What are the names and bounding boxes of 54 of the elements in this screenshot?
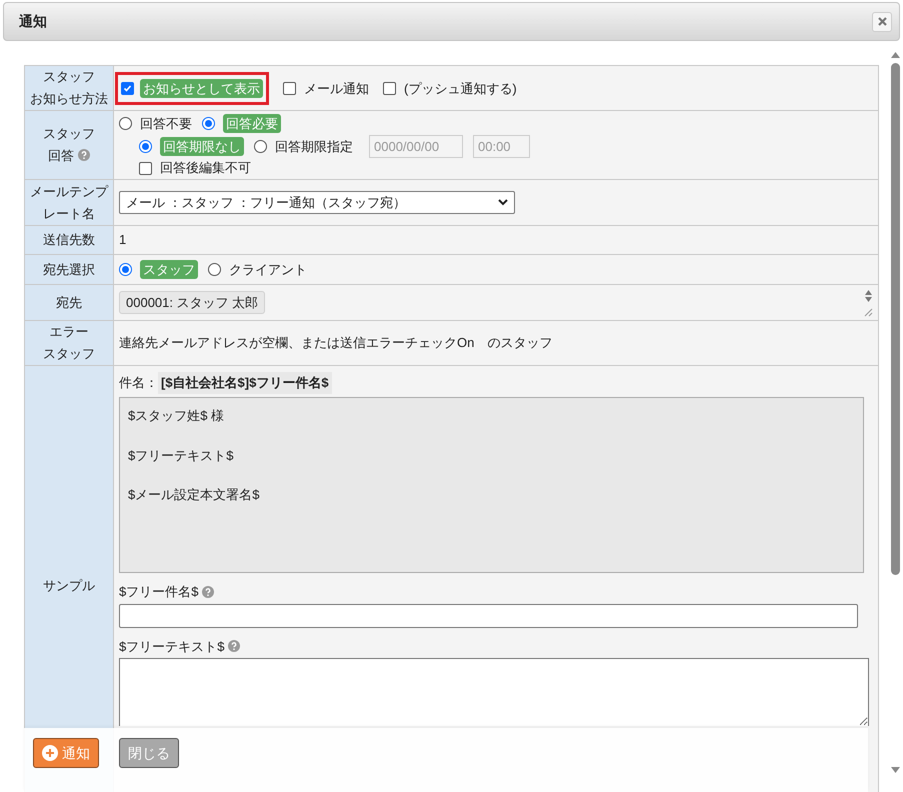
help-icon[interactable] bbox=[228, 640, 240, 652]
checkbox[interactable] bbox=[383, 82, 396, 94]
field-label: エラー スタッフ bbox=[43, 323, 95, 363]
option-label: (プッシュ通知する) bbox=[404, 80, 517, 98]
check-icon bbox=[123, 84, 132, 92]
error-staff-description: 連絡先メールアドレスが空欄、または送信エラーチェックOn のスタッフ bbox=[119, 334, 554, 352]
option-label: メール通知 bbox=[304, 80, 369, 98]
chevron-down-icon bbox=[498, 199, 508, 206]
field-label: サンプル bbox=[43, 577, 95, 595]
option-label: スタッフ bbox=[140, 260, 198, 279]
field-label: 送信先数 bbox=[43, 231, 95, 249]
field-label: メールテンプ レート名 bbox=[30, 182, 108, 222]
body-line: $スタッフ姓$ 様 bbox=[128, 407, 226, 425]
field-label: スタッフ お知らせ方法 bbox=[30, 68, 108, 108]
option-label: クライアント bbox=[229, 261, 307, 279]
field-label: スタッフ 回答 bbox=[43, 125, 95, 165]
help-icon[interactable] bbox=[202, 586, 214, 598]
option-label: お知らせとして表示 bbox=[140, 78, 263, 98]
option-label: 回答後編集不可 bbox=[160, 160, 251, 176]
spinner-arrows-icon[interactable] bbox=[864, 288, 873, 316]
close-icon bbox=[878, 17, 886, 26]
radio-button[interactable] bbox=[208, 263, 221, 276]
recipient-count: 1 bbox=[119, 231, 128, 250]
field-label: $フリーテキスト$ bbox=[119, 638, 224, 656]
close-button[interactable] bbox=[872, 12, 892, 32]
field-label: $フリー件名$ bbox=[119, 583, 198, 601]
checkbox[interactable] bbox=[139, 162, 152, 174]
body-line: $フリーテキスト$ bbox=[128, 446, 234, 464]
radio-button[interactable] bbox=[119, 117, 132, 130]
option-label: 回答期限指定 bbox=[275, 138, 353, 156]
recipient-chip[interactable]: 000001: スタッフ 太郎 bbox=[119, 291, 266, 314]
checkbox[interactable] bbox=[121, 82, 134, 94]
scrollbar-thumb[interactable] bbox=[890, 63, 900, 575]
help-icon[interactable] bbox=[78, 149, 90, 161]
body-line: $メール設定本文署名$ bbox=[128, 486, 260, 504]
radio-button[interactable] bbox=[202, 117, 215, 130]
subject-value: [$自社会社名$]$フリー件名$ bbox=[158, 372, 332, 394]
scroll-up-icon[interactable] bbox=[890, 52, 900, 58]
radio-button[interactable] bbox=[139, 140, 152, 153]
dialog-title: 通知 bbox=[19, 12, 47, 31]
field-label: 宛先 bbox=[56, 294, 82, 312]
template-select[interactable]: メール ：スタッフ ：フリー通知（スタッフ宛） bbox=[119, 191, 515, 214]
radio-button[interactable] bbox=[119, 263, 132, 276]
textarea-field[interactable] bbox=[119, 658, 869, 726]
input-field[interactable] bbox=[119, 604, 858, 628]
plus-circle-icon bbox=[42, 745, 58, 761]
checkbox[interactable] bbox=[283, 82, 296, 94]
field-label: 宛先選択 bbox=[43, 260, 95, 278]
option-label: 回答必要 bbox=[223, 114, 281, 133]
radio-button[interactable] bbox=[254, 140, 267, 153]
option-label: 回答不要 bbox=[140, 115, 192, 133]
option-label: 回答期限なし bbox=[160, 137, 244, 156]
scroll-down-icon[interactable] bbox=[890, 767, 900, 773]
subject-label: 件名： bbox=[119, 374, 158, 392]
